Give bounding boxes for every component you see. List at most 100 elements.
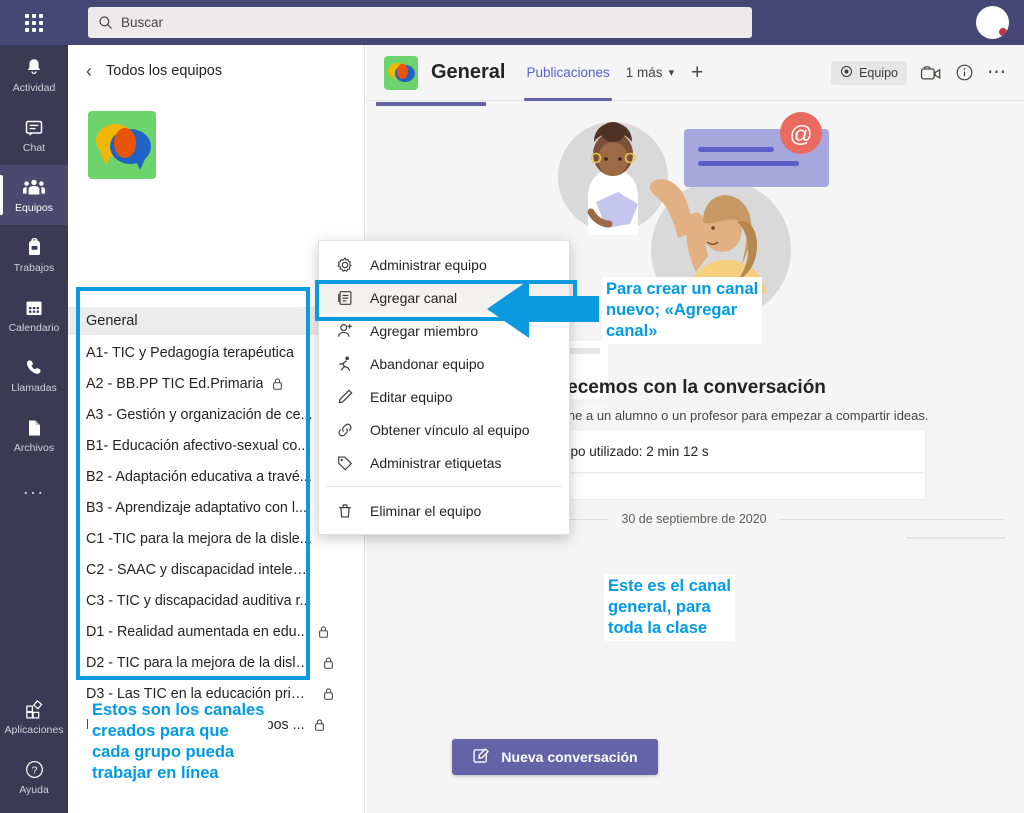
annotation-general-channel-text: Este es el canal general, para toda la c… bbox=[604, 574, 735, 641]
menu-item-eliminar-equipo[interactable]: Eliminar el equipo bbox=[319, 494, 569, 527]
annotation-add-channel-text: Para crear un canal nuevo; «Agregar cana… bbox=[602, 277, 763, 344]
channel-header: General Publicaciones 1 más ▾ + Equipo ⋯ bbox=[366, 45, 1024, 101]
menu-divider bbox=[327, 486, 561, 487]
search-input[interactable] bbox=[121, 15, 721, 30]
menu-item-administrar-etiquetas[interactable]: Administrar etiquetas bbox=[319, 446, 569, 479]
lock-icon bbox=[322, 656, 335, 670]
backpack-icon bbox=[25, 237, 44, 259]
sidebar-item-label: Archivos bbox=[13, 441, 55, 454]
channel-item[interactable]: D1 - Realidad aumentada en edu... bbox=[68, 616, 364, 647]
gear-icon bbox=[335, 256, 354, 274]
rail-more-button[interactable]: ... bbox=[0, 465, 68, 513]
channel-team-avatar bbox=[384, 55, 418, 90]
header-actions: Equipo ⋯ bbox=[831, 60, 1008, 85]
app-launcher-button[interactable] bbox=[0, 0, 68, 45]
sidebar-item-label: Llamadas bbox=[11, 381, 57, 394]
sidebar-item-calendario[interactable]: Calendario bbox=[0, 285, 68, 345]
info-card-footer bbox=[526, 474, 926, 500]
menu-item-label: Abandonar equipo bbox=[370, 355, 485, 372]
search-box[interactable] bbox=[88, 7, 752, 38]
annotation-channels-text: Estos son los canales creados para que c… bbox=[88, 698, 269, 786]
conversation-subtitle: Mencione a un alumno o un profesor para … bbox=[526, 408, 929, 423]
tab-mas[interactable]: 1 más ▾ bbox=[619, 45, 681, 101]
back-label: Todos los equipos bbox=[106, 63, 223, 79]
link-icon bbox=[335, 421, 354, 439]
pencil-icon bbox=[335, 388, 354, 406]
trash-icon bbox=[335, 502, 354, 520]
speech-bubble-orange-small bbox=[397, 63, 408, 79]
apps-icon bbox=[24, 699, 45, 721]
speech-bubble-overlap-orange bbox=[114, 128, 136, 158]
sidebar-item-ayuda[interactable]: ? Ayuda bbox=[0, 747, 68, 807]
info-icon[interactable] bbox=[955, 63, 974, 82]
top-bar bbox=[0, 0, 1024, 45]
avatar[interactable] bbox=[976, 6, 1009, 39]
bell-icon bbox=[24, 57, 44, 79]
sidebar-item-actividad[interactable]: Actividad bbox=[0, 45, 68, 105]
channel-name: General bbox=[86, 313, 138, 329]
lock-icon bbox=[322, 687, 335, 701]
channel-name: C3 - TIC y discapacidad auditiva r... bbox=[86, 592, 312, 609]
channel-item[interactable]: C3 - TIC y discapacidad auditiva r... bbox=[68, 585, 364, 616]
divider-line-right bbox=[778, 518, 1004, 520]
sidebar-item-label: Chat bbox=[22, 141, 46, 154]
menu-item-editar-equipo[interactable]: Editar equipo bbox=[319, 380, 569, 413]
help-icon: ? bbox=[24, 759, 45, 781]
sidebar-item-label: Aplicaciones bbox=[4, 723, 64, 736]
chevron-down-icon: ▾ bbox=[668, 67, 675, 79]
menu-item-obtener-vinculo[interactable]: Obtener vínculo al equipo bbox=[319, 413, 569, 446]
menu-item-label: Administrar etiquetas bbox=[370, 454, 502, 471]
sidebar-item-equipos[interactable]: Equipos bbox=[0, 165, 68, 225]
app-rail: Actividad Chat Equipos Trabajos Calendar… bbox=[0, 45, 68, 813]
menu-item-abandonar-equipo[interactable]: Abandonar equipo bbox=[319, 347, 569, 380]
sidebar-item-label: Ayuda bbox=[19, 783, 49, 796]
add-channel-icon bbox=[335, 289, 354, 307]
annotation-arrow bbox=[487, 278, 599, 345]
meet-now-icon[interactable] bbox=[920, 64, 942, 82]
menu-item-label: Agregar miembro bbox=[370, 322, 479, 339]
channel-name: D2 - TIC para la mejora de la disle... bbox=[86, 654, 314, 671]
rail-bottom-group: Aplicaciones ? Ayuda bbox=[0, 687, 68, 807]
menu-item-label: Agregar canal bbox=[370, 289, 458, 306]
menu-item-label: Eliminar el equipo bbox=[370, 502, 482, 519]
sidebar-item-archivos[interactable]: Archivos bbox=[0, 405, 68, 465]
new-conversation-button[interactable]: Nueva conversación bbox=[452, 739, 658, 775]
tab-label: 1 más bbox=[625, 65, 663, 80]
channel-name: B1- Educación afectivo-sexual co... bbox=[86, 437, 310, 454]
sidebar-item-trabajos[interactable]: Trabajos bbox=[0, 225, 68, 285]
status-badge bbox=[997, 26, 1009, 38]
sidebar-item-aplicaciones[interactable]: Aplicaciones bbox=[0, 687, 68, 747]
channel-name: D1 - Realidad aumentada en edu... bbox=[86, 623, 309, 640]
sidebar-item-label: Calendario bbox=[8, 321, 60, 334]
calendar-icon bbox=[24, 297, 44, 319]
menu-item-administrar-equipo[interactable]: Administrar equipo bbox=[319, 248, 569, 281]
sidebar-item-label: Equipos bbox=[15, 201, 53, 214]
more-options-icon[interactable]: ⋯ bbox=[987, 63, 1008, 81]
compose-icon bbox=[472, 747, 490, 768]
team-avatar[interactable] bbox=[88, 111, 156, 179]
menu-item-label: Editar equipo bbox=[370, 388, 453, 405]
placeholder-line bbox=[906, 537, 1006, 539]
sidebar-item-llamadas[interactable]: Llamadas bbox=[0, 345, 68, 405]
channel-item[interactable]: C2 - SAAC y discapacidad intelect... bbox=[68, 554, 364, 585]
teams-window: Actividad Chat Equipos bbox=[0, 0, 1024, 813]
team-pill-label: Equipo bbox=[859, 65, 898, 80]
teams-icon bbox=[22, 177, 46, 199]
tab-bar: Publicaciones 1 más ▾ + bbox=[519, 45, 711, 101]
conversation-title: Empecemos con la conversación bbox=[526, 377, 826, 398]
add-tab-button[interactable]: + bbox=[683, 62, 711, 83]
tab-publicaciones[interactable]: Publicaciones bbox=[519, 45, 616, 101]
svg-text:?: ? bbox=[31, 765, 37, 777]
eye-icon bbox=[840, 65, 853, 81]
channel-item[interactable]: D2 - TIC para la mejora de la disle... bbox=[68, 647, 364, 678]
illustration-topline bbox=[376, 102, 486, 106]
add-member-icon bbox=[335, 322, 354, 340]
sidebar-item-label: Actividad bbox=[12, 81, 56, 94]
sidebar-item-chat[interactable]: Chat bbox=[0, 105, 68, 165]
team-pill-button[interactable]: Equipo bbox=[831, 60, 907, 85]
back-to-all-teams[interactable]: ‹ Todos los equipos bbox=[68, 45, 364, 97]
svg-text:@: @ bbox=[789, 121, 812, 147]
speech-bubble-blue-tail bbox=[134, 157, 146, 170]
search-icon bbox=[98, 15, 113, 30]
leave-team-icon bbox=[335, 355, 354, 373]
